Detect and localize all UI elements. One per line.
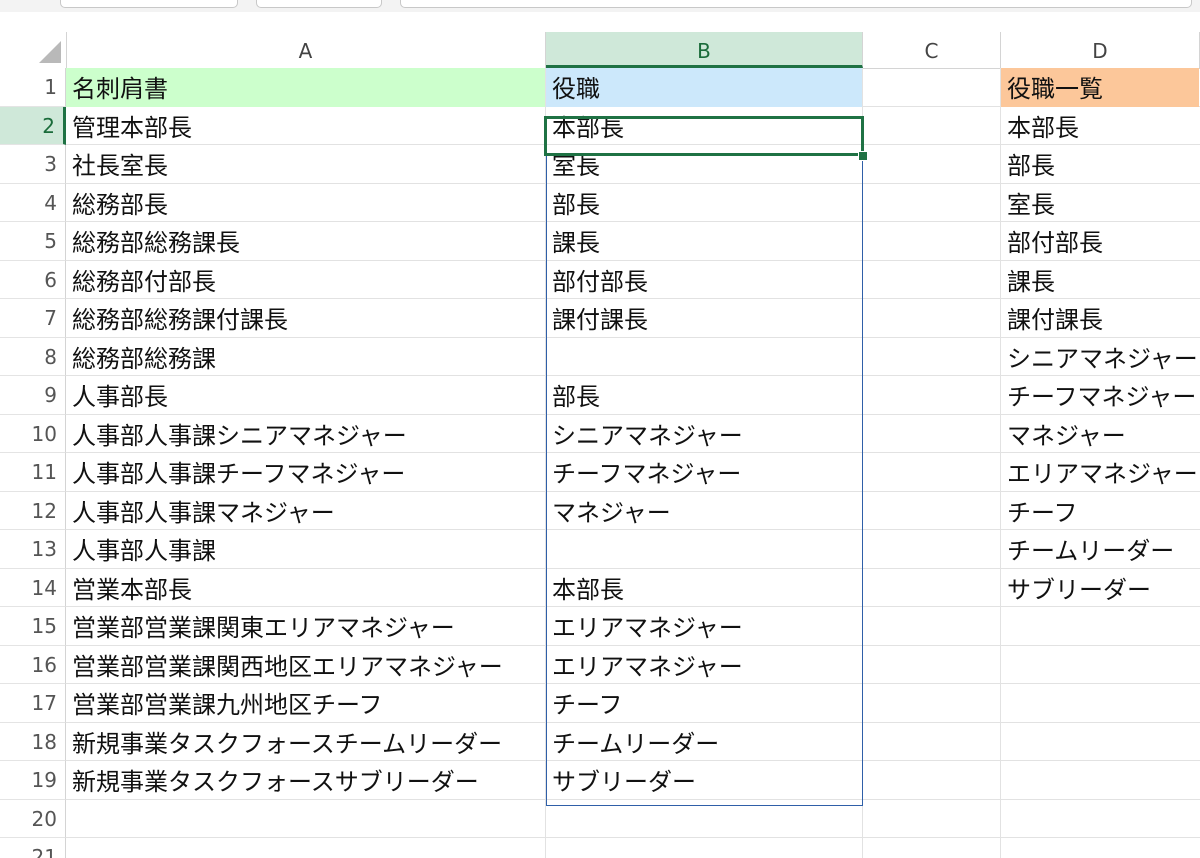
cell-d10[interactable]: マネジャー: [1001, 415, 1199, 454]
cell-a15[interactable]: 営業部営業課関東エリアマネジャー: [66, 607, 545, 646]
cell-a16[interactable]: 営業部営業課関西地区エリアマネジャー: [66, 646, 545, 685]
row-header-15[interactable]: 15: [0, 607, 66, 646]
cell-a4[interactable]: 総務部長: [66, 184, 545, 223]
formula-buttons[interactable]: [256, 0, 382, 8]
cell-b6[interactable]: 部付部長: [546, 261, 862, 300]
cell-b13[interactable]: [546, 530, 862, 569]
column-header-d[interactable]: D: [1001, 32, 1200, 68]
cell-b14[interactable]: 本部長: [546, 569, 862, 608]
row-header-3[interactable]: 3: [0, 145, 66, 184]
cell-a19[interactable]: 新規事業タスクフォースサブリーダー: [66, 761, 545, 800]
cell-a10[interactable]: 人事部人事課シニアマネジャー: [66, 415, 545, 454]
cell-a2[interactable]: 管理本部長: [66, 107, 545, 146]
formula-input[interactable]: [400, 0, 1192, 8]
select-all-triangle-icon: [39, 41, 61, 63]
cell-a1[interactable]: 名刺肩書: [66, 68, 545, 107]
name-box[interactable]: [60, 0, 238, 8]
row-header-2[interactable]: 2: [0, 106, 66, 145]
cell-d6[interactable]: 課長: [1001, 261, 1199, 300]
cell-b8[interactable]: [546, 338, 862, 377]
row-header-17[interactable]: 17: [0, 684, 66, 723]
cell-b4[interactable]: 部長: [546, 184, 862, 223]
cell-b10[interactable]: シニアマネジャー: [546, 415, 862, 454]
row-header-20[interactable]: 20: [0, 799, 66, 838]
cell-b12[interactable]: マネジャー: [546, 492, 862, 531]
row-header-11[interactable]: 11: [0, 453, 66, 492]
cell-d9[interactable]: チーフマネジャー: [1001, 376, 1199, 415]
cell-b9[interactable]: 部長: [546, 376, 862, 415]
cell-d4[interactable]: 室長: [1001, 184, 1199, 223]
row-gridline: [66, 837, 1200, 838]
row-header-9[interactable]: 9: [0, 376, 66, 415]
row-header-14[interactable]: 14: [0, 568, 66, 607]
row-header-4[interactable]: 4: [0, 183, 66, 222]
cell-a7[interactable]: 総務部総務課付課長: [66, 299, 545, 338]
row-header-18[interactable]: 18: [0, 722, 66, 761]
row-header-10[interactable]: 10: [0, 414, 66, 453]
column-header-a[interactable]: A: [66, 32, 546, 68]
cell-a11[interactable]: 人事部人事課チーフマネジャー: [66, 453, 545, 492]
cell-b3[interactable]: 室長: [546, 145, 862, 184]
row-header-16[interactable]: 16: [0, 645, 66, 684]
cell-a5[interactable]: 総務部総務課長: [66, 222, 545, 261]
row-header-13[interactable]: 13: [0, 530, 66, 569]
cell-a6[interactable]: 総務部付部長: [66, 261, 545, 300]
cell-b1[interactable]: 役職: [546, 68, 862, 107]
spreadsheet-grid[interactable]: ABCD 1 2 3 4 5 6 7 8 9 10 11 12 13 14 15 16 17 18 19 20 21 名…: [0, 0, 1200, 858]
cell-a13[interactable]: 人事部人事課: [66, 530, 545, 569]
row-header-1[interactable]: 1: [0, 68, 66, 107]
cell-b19[interactable]: サブリーダー: [546, 761, 862, 800]
fill-handle[interactable]: [858, 151, 868, 161]
cell-b2[interactable]: 本部長: [546, 107, 862, 146]
cell-d13[interactable]: チームリーダー: [1001, 530, 1199, 569]
column-gridline: [862, 68, 863, 858]
row-header-6[interactable]: 6: [0, 260, 66, 299]
row-header-5[interactable]: 5: [0, 222, 66, 261]
cell-d5[interactable]: 部付部長: [1001, 222, 1199, 261]
row-header-21[interactable]: 21: [0, 838, 66, 858]
cell-d14[interactable]: サブリーダー: [1001, 569, 1199, 608]
cell-a12[interactable]: 人事部人事課マネジャー: [66, 492, 545, 531]
cell-d2[interactable]: 本部長: [1001, 107, 1199, 146]
cell-a18[interactable]: 新規事業タスクフォースチームリーダー: [66, 723, 545, 762]
row-header-8[interactable]: 8: [0, 337, 66, 376]
cell-d8[interactable]: シニアマネジャー: [1001, 338, 1199, 377]
cell-d1[interactable]: 役職一覧: [1001, 68, 1199, 107]
cell-a3[interactable]: 社長室長: [66, 145, 545, 184]
column-header-b[interactable]: B: [546, 32, 863, 68]
cell-d12[interactable]: チーフ: [1001, 492, 1199, 531]
column-header-c[interactable]: C: [863, 32, 1001, 68]
cell-b16[interactable]: エリアマネジャー: [546, 646, 862, 685]
cell-b17[interactable]: チーフ: [546, 684, 862, 723]
cell-b18[interactable]: チームリーダー: [546, 723, 862, 762]
cell-a9[interactable]: 人事部長: [66, 376, 545, 415]
cell-b15[interactable]: エリアマネジャー: [546, 607, 862, 646]
cell-a14[interactable]: 営業本部長: [66, 569, 545, 608]
cell-b7[interactable]: 課付課長: [546, 299, 862, 338]
cell-d3[interactable]: 部長: [1001, 145, 1199, 184]
cell-d11[interactable]: エリアマネジャー: [1001, 453, 1199, 492]
row-header-12[interactable]: 12: [0, 491, 66, 530]
cell-a8[interactable]: 総務部総務課: [66, 338, 545, 377]
cell-b5[interactable]: 課長: [546, 222, 862, 261]
row-header-19[interactable]: 19: [0, 761, 66, 800]
select-all-button[interactable]: [0, 32, 67, 69]
cell-b11[interactable]: チーフマネジャー: [546, 453, 862, 492]
cell-a17[interactable]: 営業部営業課九州地区チーフ: [66, 684, 545, 723]
row-header-7[interactable]: 7: [0, 299, 66, 338]
cell-d7[interactable]: 課付課長: [1001, 299, 1199, 338]
